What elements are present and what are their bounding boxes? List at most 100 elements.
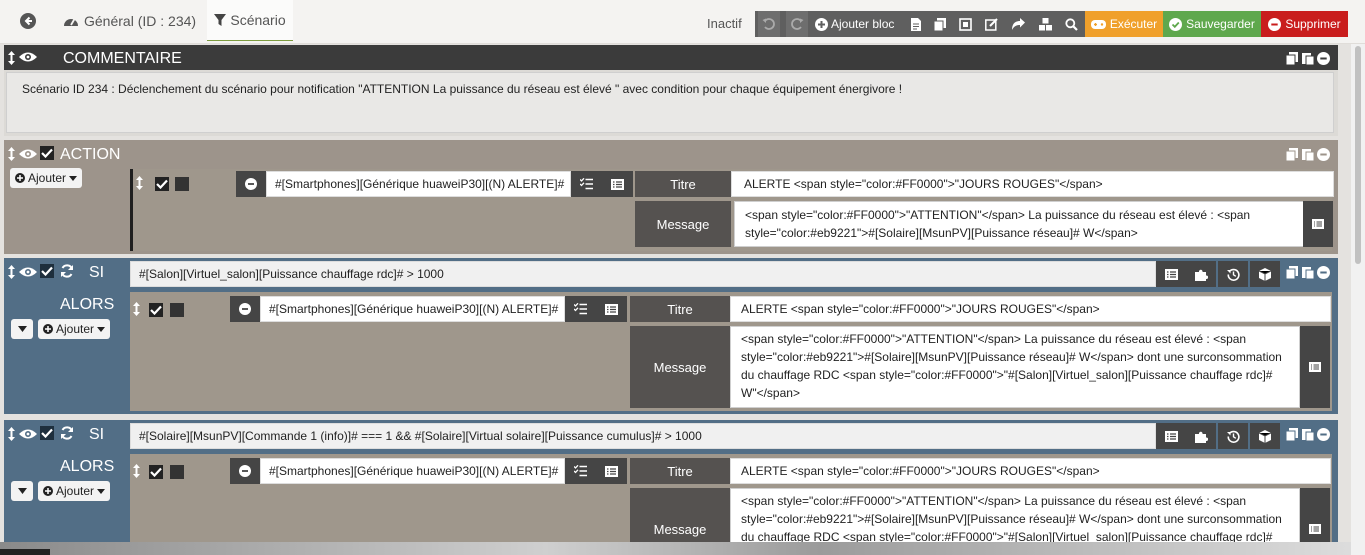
drag-handle[interactable]: [8, 427, 15, 441]
drag-handle[interactable]: [8, 265, 15, 279]
message-options-button[interactable]: [1300, 326, 1330, 408]
select-command-button[interactable]: [596, 296, 627, 322]
select-action-button[interactable]: [571, 171, 602, 197]
message-textarea[interactable]: <span style="color:#FF0000">"ATTENTION"<…: [730, 326, 1300, 408]
si-label: SI: [89, 264, 105, 281]
search-button[interactable]: [1063, 11, 1079, 37]
action-command-input[interactable]: #[Smartphones][Générique huaweiP30][(N) …: [260, 296, 565, 322]
select-history-button[interactable]: [1218, 261, 1248, 287]
execute-button[interactable]: Exécuter: [1085, 11, 1163, 37]
title-input[interactable]: ALERTE <span style="color:#FF0000">"JOUR…: [730, 296, 1331, 322]
vertical-scrollbar[interactable]: [1351, 44, 1365, 555]
toggle-visibility-button[interactable]: [19, 51, 37, 63]
action-command-input[interactable]: #[Smartphones][Générique huaweiP30][(N) …: [260, 458, 565, 484]
enable-checkbox[interactable]: [40, 146, 54, 160]
select-command-button[interactable]: [596, 458, 627, 484]
if-block: SI #[Salon][Virtuel_salon][Puissance cha…: [4, 258, 1338, 414]
enable-checkbox[interactable]: [155, 177, 169, 191]
condition-input[interactable]: #[Solaire][MsunPV][Commande 1 (info)]# =…: [130, 423, 1156, 449]
drag-handle[interactable]: [8, 51, 15, 65]
paste-block-button[interactable]: [1302, 52, 1314, 65]
remove-block-button[interactable]: [1317, 266, 1330, 279]
list-alt-icon: [605, 465, 618, 477]
plus-circle-icon: [815, 17, 828, 31]
collapse-toggle[interactable]: [11, 319, 33, 339]
add-block-button[interactable]: Ajouter bloc: [815, 11, 894, 37]
back-button[interactable]: [18, 11, 38, 31]
copy-block-button[interactable]: [1286, 52, 1298, 65]
delete-button[interactable]: Supprimer: [1261, 11, 1348, 37]
undo-button[interactable]: [758, 11, 780, 37]
remove-block-button[interactable]: [1317, 148, 1330, 161]
logs-button[interactable]: [908, 11, 924, 37]
enable-checkbox[interactable]: [40, 264, 54, 278]
enable-checkbox[interactable]: [149, 465, 163, 479]
collapse-toggle[interactable]: [11, 481, 33, 501]
remove-block-button[interactable]: [1317, 52, 1330, 65]
title-input[interactable]: ALERTE <span style="color:#FF0000">"JOUR…: [731, 171, 1334, 197]
paste-block-button[interactable]: [1302, 266, 1314, 279]
comment-textarea[interactable]: Scénario ID 234 : Déclenchement du scéna…: [6, 72, 1334, 133]
condition-input[interactable]: #[Salon][Virtuel_salon][Puissance chauff…: [130, 261, 1156, 287]
remove-block-button[interactable]: [1317, 428, 1330, 441]
parallel-checkbox[interactable]: [170, 465, 184, 479]
remove-action-button[interactable]: [230, 296, 260, 322]
select-action-button[interactable]: [565, 458, 596, 484]
file-text-icon: [911, 17, 921, 31]
message-textarea[interactable]: <span style="color:#FF0000">"ATTENTION"<…: [734, 201, 1304, 247]
tab-scenario[interactable]: Scénario: [207, 0, 293, 41]
templates-button[interactable]: [1036, 11, 1054, 37]
add-element-button[interactable]: Ajouter: [10, 168, 83, 188]
select-command-button[interactable]: [1156, 261, 1186, 287]
drag-handle[interactable]: [133, 302, 140, 316]
select-equipment-button[interactable]: [1250, 423, 1280, 449]
add-element-button[interactable]: Ajouter: [38, 319, 111, 339]
select-action-button[interactable]: [565, 296, 596, 322]
drag-handle[interactable]: [136, 176, 143, 190]
copy-scenario-button[interactable]: [932, 11, 948, 37]
enable-checkbox[interactable]: [40, 426, 54, 440]
toggle-visibility-button[interactable]: [19, 266, 37, 278]
select-scenario-button[interactable]: [1186, 261, 1216, 287]
message-options-button[interactable]: [1300, 488, 1330, 542]
drag-handle[interactable]: [133, 464, 140, 478]
caret-down-icon: [97, 488, 106, 494]
list-alt-icon: [611, 178, 624, 190]
add-element-button[interactable]: Ajouter: [38, 481, 111, 501]
select-command-button[interactable]: [1156, 423, 1186, 449]
enable-checkbox[interactable]: [149, 303, 163, 317]
plus-circle-icon: [43, 324, 53, 334]
repeat-toggle[interactable]: [60, 426, 74, 440]
select-history-button[interactable]: [1218, 423, 1248, 449]
message-options-button[interactable]: [1303, 201, 1333, 247]
dependencies-button[interactable]: [957, 11, 973, 37]
tab-general[interactable]: Général (ID : 234): [63, 0, 198, 41]
parallel-checkbox[interactable]: [175, 177, 189, 191]
drag-handle[interactable]: [8, 147, 15, 161]
copy-block-button[interactable]: [1286, 148, 1298, 161]
copy-block-button[interactable]: [1286, 266, 1298, 279]
remove-action-button[interactable]: [230, 458, 260, 484]
action-command-input[interactable]: #[Smartphones][Générique huaweiP30][(N) …: [266, 171, 571, 197]
remove-action-button[interactable]: [236, 171, 266, 197]
paste-block-button[interactable]: [1302, 428, 1314, 441]
paste-icon: [1302, 53, 1314, 65]
paste-block-button[interactable]: [1302, 148, 1314, 161]
select-equipment-button[interactable]: [1250, 261, 1280, 287]
comment-block: COMMENTAIRE Scénario ID 234 : Déclenchem…: [4, 45, 1338, 136]
toggle-visibility-button[interactable]: [19, 428, 37, 440]
redo-button[interactable]: [786, 11, 808, 37]
copy-block-button[interactable]: [1286, 428, 1298, 441]
export-button[interactable]: [1010, 11, 1026, 37]
message-textarea[interactable]: <span style="color:#FF0000">"ATTENTION"<…: [730, 488, 1300, 542]
edit-button[interactable]: [983, 11, 999, 37]
parallel-checkbox[interactable]: [170, 303, 184, 317]
scrollbar-thumb[interactable]: [1355, 46, 1361, 264]
repeat-toggle[interactable]: [60, 264, 74, 278]
eye-icon: [19, 149, 37, 159]
select-command-button[interactable]: [602, 171, 633, 197]
save-button[interactable]: Sauvegarder: [1163, 11, 1261, 37]
title-input[interactable]: ALERTE <span style="color:#FF0000">"JOUR…: [730, 458, 1331, 484]
select-scenario-button[interactable]: [1186, 423, 1216, 449]
toggle-visibility-button[interactable]: [19, 148, 37, 160]
